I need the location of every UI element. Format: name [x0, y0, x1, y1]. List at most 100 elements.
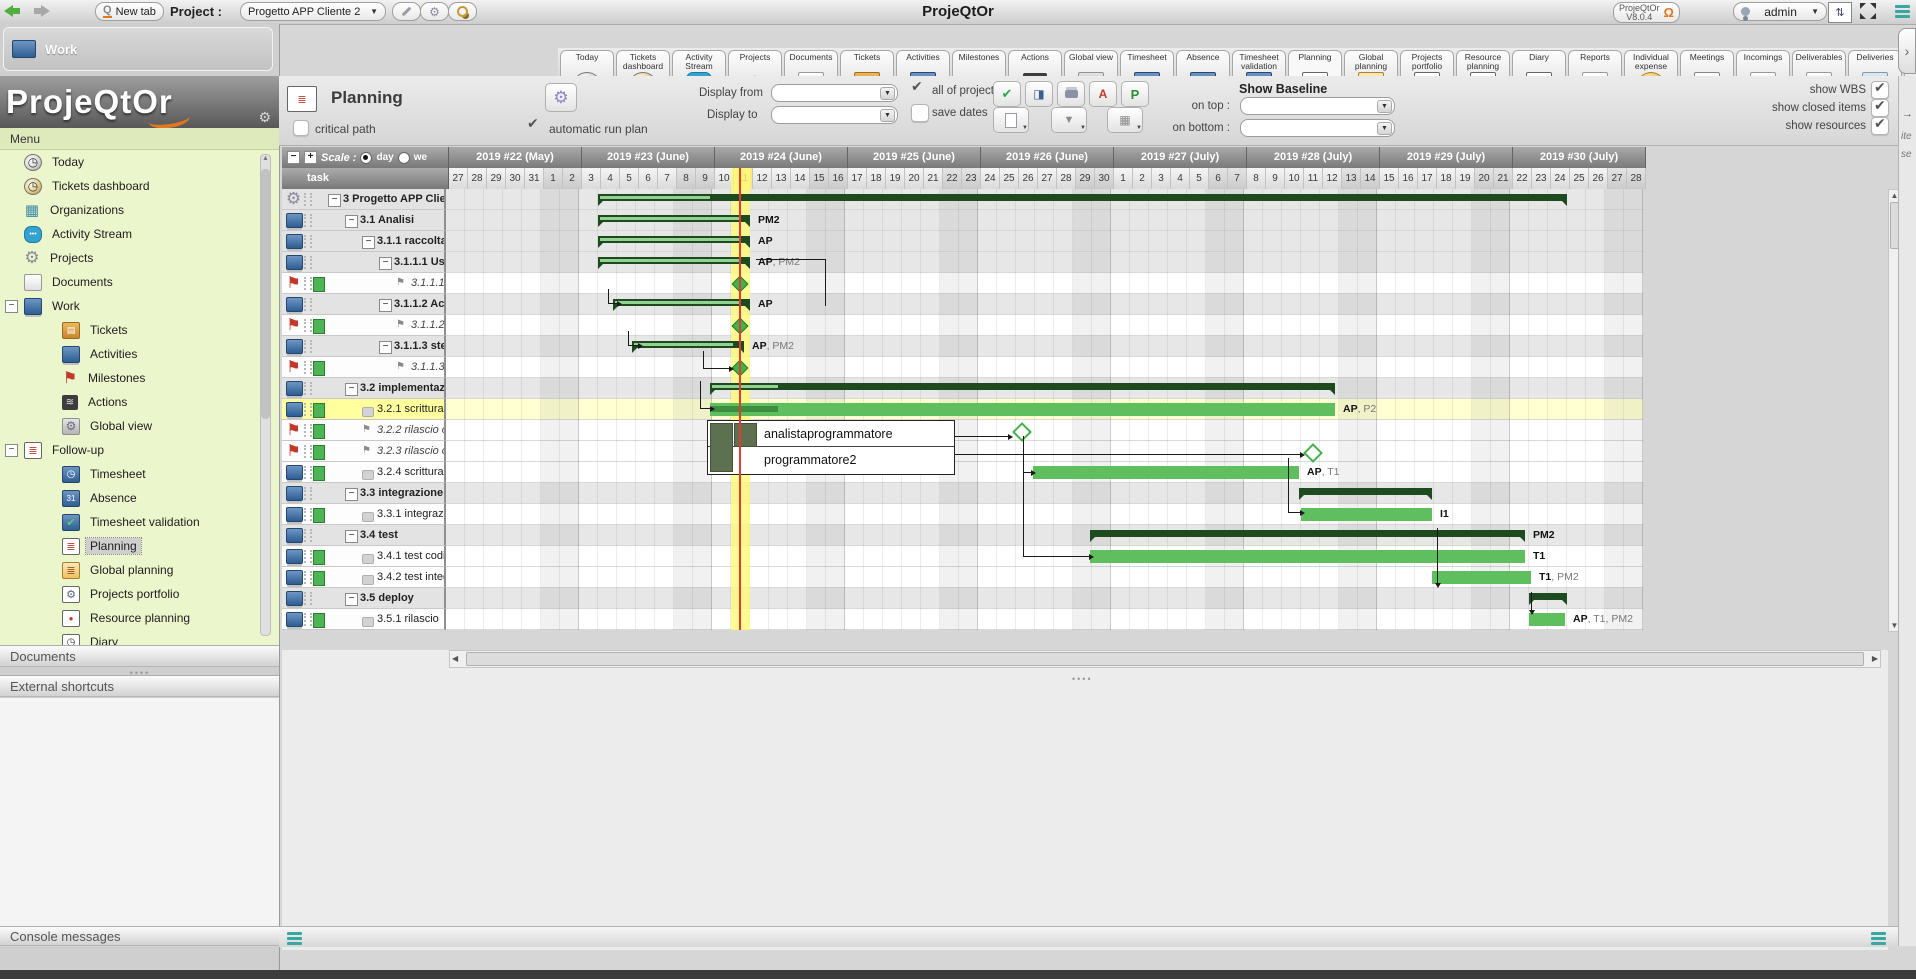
task-cell[interactable]: −3.1.1.3 stesur — [282, 336, 446, 357]
drag-handle-icon[interactable] — [304, 382, 312, 395]
critical-path-checkbox[interactable] — [293, 120, 309, 136]
display-from-select[interactable]: ▼ — [771, 84, 898, 102]
gantt-summary-bar[interactable] — [598, 194, 1567, 201]
menu-toggle-button[interactable] — [1895, 2, 1910, 20]
collapse-icon[interactable]: − — [379, 299, 392, 312]
sidebar-item-diary[interactable]: ◷Diary — [0, 630, 279, 645]
sidebar-item-tickets-dashboard[interactable]: ◷Tickets dashboard — [0, 174, 279, 198]
baseline-bottom-select[interactable]: ▼ — [1240, 119, 1395, 137]
gantt-summary-bar[interactable] — [632, 341, 744, 348]
gantt-task-bar[interactable] — [1432, 571, 1531, 584]
sidebar-item-actions[interactable]: ≋Actions — [0, 390, 279, 414]
sidebar-item-timesheet-validation[interactable]: ✔Timesheet validation — [0, 510, 279, 534]
toggle-panels-button[interactable]: ⇅ — [1828, 2, 1852, 23]
collapse-icon[interactable]: − — [5, 444, 18, 457]
sidebar-item-activities[interactable]: Activities — [0, 342, 279, 366]
display-to-select[interactable]: ▼ — [771, 106, 898, 124]
export-pdf-button[interactable]: A — [1089, 81, 1117, 107]
console-panel-header[interactable]: Console messages — [0, 926, 279, 946]
sidebar-item-today[interactable]: ◷Today — [0, 150, 279, 174]
sidebar-item-global-planning[interactable]: ≣Global planning — [0, 558, 279, 582]
drag-handle-icon[interactable] — [304, 214, 312, 227]
scale-week-radio[interactable] — [398, 152, 410, 164]
sidebar-item-projects[interactable]: ⚙Projects — [0, 246, 279, 270]
gantt-task-bar[interactable] — [1033, 466, 1299, 479]
save-dates-checkbox[interactable] — [911, 104, 929, 122]
task-cell[interactable]: −3.2 implementazion — [282, 378, 446, 399]
sidebar-item-work[interactable]: −Work — [0, 294, 279, 318]
drag-handle-icon[interactable] — [304, 403, 312, 416]
drag-handle-icon[interactable] — [304, 424, 312, 437]
sidebar-item-activity-stream[interactable]: •••Activity Stream — [0, 222, 279, 246]
gantt-summary-bar[interactable] — [613, 299, 750, 306]
export-project-button[interactable]: P — [1121, 81, 1149, 107]
drag-handle-icon[interactable] — [304, 487, 312, 500]
print-button[interactable] — [1057, 81, 1085, 107]
gantt-summary-bar[interactable] — [1090, 530, 1525, 537]
sidebar-item-projects-portfolio[interactable]: ⚙Projects portfolio — [0, 582, 279, 606]
gantt-horizontal-scrollbar[interactable]: ◀ ▶ — [449, 650, 1881, 668]
task-cell[interactable]: −3.4 test — [282, 525, 446, 546]
gantt-task-bar[interactable] — [710, 403, 1335, 416]
drag-handle-icon[interactable] — [304, 340, 312, 353]
panel-resize-handle[interactable]: •••• — [1072, 674, 1093, 684]
task-cell[interactable]: −3.5 deploy — [282, 588, 446, 609]
gantt-summary-bar[interactable] — [598, 257, 750, 264]
collapse-icon[interactable]: − — [345, 488, 358, 501]
drag-handle-icon[interactable] — [304, 319, 312, 332]
drag-handle-icon[interactable] — [304, 508, 312, 521]
task-cell[interactable]: 3.3.1 integrazione — [282, 504, 446, 525]
drag-handle-icon[interactable] — [304, 466, 312, 479]
task-cell[interactable]: −3.1 Analisi — [282, 210, 446, 231]
filter-button[interactable]: ▼▼ — [1051, 107, 1087, 133]
collapse-icon[interactable]: − — [379, 341, 392, 354]
drag-handle-icon[interactable] — [304, 529, 312, 542]
user-menu[interactable]: admin ▼ — [1733, 2, 1827, 21]
gantt-task-bar[interactable] — [1090, 550, 1525, 563]
gantt-task-bar[interactable] — [1301, 508, 1432, 521]
run-plan-button[interactable]: ⚙ — [545, 83, 577, 112]
task-cell[interactable]: ⚙−3 Progetto APP Cliente — [282, 189, 446, 210]
all-of-project-checkbox[interactable] — [909, 81, 925, 97]
drag-handle-icon[interactable] — [304, 235, 312, 248]
sidebar-item-global-view[interactable]: ⚙Global view — [0, 414, 279, 438]
drag-handle-icon[interactable] — [304, 592, 312, 605]
collapse-icon[interactable]: − — [345, 530, 358, 543]
shortcuts-panel-header[interactable]: External shortcuts — [0, 675, 279, 697]
gantt-summary-bar[interactable] — [598, 215, 750, 222]
resource-tooltip-row[interactable]: programmatore2 — [708, 447, 954, 473]
show-resources-checkbox[interactable] — [1871, 117, 1889, 135]
sidebar-item-planning[interactable]: ≣Planning — [0, 534, 279, 558]
task-cell[interactable]: 3.5.1 rilascio — [282, 609, 446, 630]
sidebar-item-resource-planning[interactable]: ●Resource planning — [0, 606, 279, 630]
validate-planning-button[interactable]: ✔ — [993, 81, 1021, 107]
drag-handle-icon[interactable] — [304, 445, 312, 458]
drag-handle-icon[interactable] — [304, 613, 312, 626]
collapse-icon[interactable]: − — [362, 236, 375, 249]
new-document-button[interactable]: ▼ — [993, 107, 1029, 133]
collapse-icon[interactable]: − — [345, 383, 358, 396]
gantt-summary-bar[interactable] — [1529, 593, 1567, 600]
sidebar-item-tickets[interactable]: ▤Tickets — [0, 318, 279, 342]
task-cell[interactable]: ⚑⚑3.1.1.3.1 do — [282, 357, 446, 378]
fullscreen-button[interactable] — [1856, 2, 1880, 20]
columns-button[interactable]: ▦▼ — [1107, 107, 1143, 133]
task-cell[interactable]: −3.1.1 raccolta re — [282, 231, 446, 252]
sidebar-item-documents[interactable]: Documents — [0, 270, 279, 294]
collapsed-right-panel[interactable]: → ite se — [1898, 76, 1916, 946]
sidebar-item-follow-up[interactable]: −≣Follow-up — [0, 438, 279, 462]
sidebar-item-absence[interactable]: 31Absence — [0, 486, 279, 510]
drag-handle-icon[interactable] — [304, 361, 312, 374]
gantt-summary-bar[interactable] — [710, 383, 1335, 390]
collapse-icon[interactable]: − — [5, 300, 18, 313]
baseline-top-select[interactable]: ▼ — [1240, 97, 1395, 115]
drag-handle-icon[interactable] — [304, 571, 312, 584]
drag-handle-icon[interactable] — [304, 256, 312, 269]
task-cell[interactable]: −3.3 integrazione — [282, 483, 446, 504]
drag-handle-icon[interactable] — [304, 193, 312, 206]
sidebar-item-milestones[interactable]: ⚑Milestones — [0, 366, 279, 390]
collapse-all-button[interactable]: − — [287, 151, 300, 164]
task-cell[interactable]: 3.2.4 scrittura doc — [282, 462, 446, 483]
task-cell[interactable]: 3.2.1 scrittura cod — [282, 399, 446, 420]
tabs-overflow-indicator[interactable]: › — [1898, 28, 1916, 74]
